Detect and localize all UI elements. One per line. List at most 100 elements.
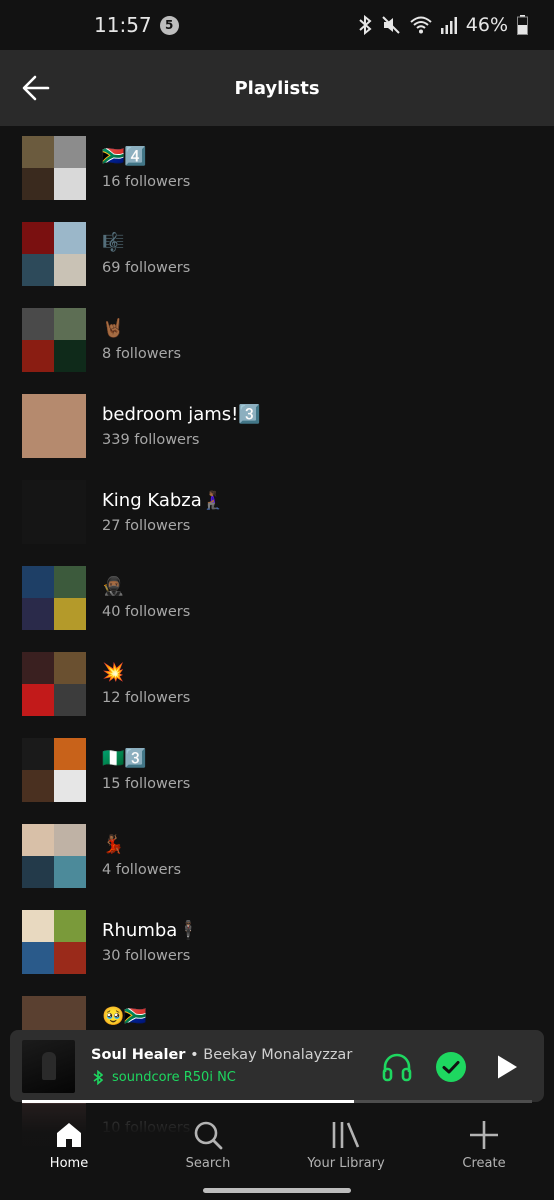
signal-icon	[440, 16, 457, 34]
playlist-name: 🇿🇦4️⃣	[102, 146, 147, 167]
wifi-icon	[410, 16, 432, 34]
track-separator: •	[185, 1047, 204, 1063]
cover-tile	[22, 340, 54, 372]
cover-tile	[22, 770, 54, 802]
cover-tile	[22, 480, 86, 544]
cover-tile	[22, 824, 54, 856]
cover-tile	[22, 222, 54, 254]
cover-tile	[54, 942, 86, 974]
playlist-name: 💃🏾	[102, 834, 125, 855]
cover-tile	[22, 136, 54, 168]
cover-tile	[22, 652, 54, 684]
playlist-cover	[22, 910, 86, 974]
now-playing-bar[interactable]: Soul Healer • Beekay Monalayzzar soundco…	[10, 1030, 544, 1102]
cover-tile	[54, 222, 86, 254]
playlist-cover	[22, 308, 86, 372]
playback-progress[interactable]	[22, 1100, 532, 1103]
playlist-followers: 339 followers	[102, 432, 200, 448]
playlist-item[interactable]: 🇿🇦4️⃣ 16 followers	[0, 128, 554, 214]
playlist-followers: 27 followers	[102, 518, 191, 534]
plus-icon	[470, 1121, 498, 1149]
playlist-item[interactable]: 💥 12 followers	[0, 644, 554, 730]
home-indicator	[203, 1188, 351, 1193]
cover-tile	[22, 566, 54, 598]
playlist-name: 🥹🇿🇦	[102, 1006, 147, 1027]
playlist-name: 🇳🇬3️⃣	[102, 748, 147, 769]
nav-home[interactable]: Home	[14, 1120, 124, 1171]
playlist-cover	[22, 222, 86, 286]
playlist-item[interactable]: 🤘🏾 8 followers	[0, 300, 554, 386]
home-icon	[57, 1123, 81, 1147]
playlist-item[interactable]: Rhumba🕴🏾 30 followers	[0, 902, 554, 988]
arrow-left-icon	[22, 75, 50, 101]
notification-count-badge: 5	[159, 15, 179, 35]
nav-create[interactable]: Create	[429, 1120, 539, 1171]
cover-tile	[22, 738, 54, 770]
playlist-cover	[22, 652, 86, 716]
playlist-followers: 69 followers	[102, 260, 191, 276]
cover-tile	[54, 856, 86, 888]
playlist-item[interactable]: bedroom jams!3️⃣ 339 followers	[0, 386, 554, 472]
nav-create-label: Create	[462, 1156, 506, 1171]
check-circle-icon	[436, 1052, 466, 1082]
now-playing-track[interactable]: Soul Healer • Beekay Monalayzzar	[91, 1047, 352, 1063]
now-playing-artwork[interactable]	[22, 1040, 75, 1093]
nav-library[interactable]: Your Library	[291, 1120, 401, 1171]
playlist-cover	[22, 738, 86, 802]
cover-tile	[54, 598, 86, 630]
playlist-followers: 12 followers	[102, 690, 191, 706]
cover-tile	[54, 738, 86, 770]
playlist-followers: 30 followers	[102, 948, 191, 964]
cover-tile	[54, 770, 86, 802]
cover-tile	[22, 910, 54, 942]
playlist-item[interactable]: 🥷🏾 40 followers	[0, 558, 554, 644]
status-time: 11:57	[94, 13, 152, 37]
playlist-followers: 15 followers	[102, 776, 191, 792]
cover-tile	[54, 566, 86, 598]
playlist-name: 🎼	[102, 232, 125, 253]
playlist-name: 🤘🏾	[102, 318, 125, 339]
playlist-followers: 16 followers	[102, 174, 191, 190]
playlist-name: bedroom jams!3️⃣	[102, 404, 261, 425]
playlist-cover	[22, 136, 86, 200]
track-artist: Beekay Monalayzzar	[203, 1047, 353, 1063]
battery-icon	[517, 15, 528, 35]
headphones-icon	[382, 1053, 412, 1082]
playlist-cover	[22, 394, 86, 458]
cover-tile	[54, 168, 86, 200]
cover-tile	[54, 136, 86, 168]
cover-tile	[54, 254, 86, 286]
playlist-followers: 4 followers	[102, 862, 182, 878]
cover-tile	[54, 340, 86, 372]
cover-tile	[22, 598, 54, 630]
cover-tile	[22, 856, 54, 888]
cover-tile	[54, 824, 86, 856]
nav-search[interactable]: Search	[153, 1120, 263, 1171]
cover-tile	[54, 652, 86, 684]
playlist-name: Rhumba🕴🏾	[102, 920, 200, 941]
cover-tile	[54, 910, 86, 942]
cover-tile	[54, 308, 86, 340]
playlist-followers: 8 followers	[102, 346, 182, 362]
playlist-followers: 40 followers	[102, 604, 191, 620]
playlist-name: 🥷🏾	[102, 576, 125, 597]
back-button[interactable]	[18, 70, 54, 106]
playlist-cover	[22, 566, 86, 630]
bottom-navigation: Home Search Your Library Create	[0, 1104, 554, 1200]
headphones-button[interactable]	[380, 1050, 414, 1084]
connected-device[interactable]: soundcore R50i NC	[93, 1070, 236, 1085]
playlist-item[interactable]: 🇳🇬3️⃣ 15 followers	[0, 730, 554, 816]
cover-tile	[22, 394, 86, 458]
playlist-cover	[22, 824, 86, 888]
cover-tile	[22, 684, 54, 716]
playlist-item[interactable]: 🎼 69 followers	[0, 214, 554, 300]
play-button[interactable]	[490, 1050, 524, 1084]
status-icons: 46%	[358, 14, 528, 36]
playlist-item[interactable]: 💃🏾 4 followers	[0, 816, 554, 902]
playlist-name: 💥	[102, 662, 125, 683]
playlist-item[interactable]: King Kabza🧎🏾‍♀️ 27 followers	[0, 472, 554, 558]
top-app-bar: Playlists	[0, 50, 554, 126]
mute-icon	[381, 15, 401, 35]
cover-tile	[22, 942, 54, 974]
saved-check-button[interactable]	[434, 1050, 468, 1084]
